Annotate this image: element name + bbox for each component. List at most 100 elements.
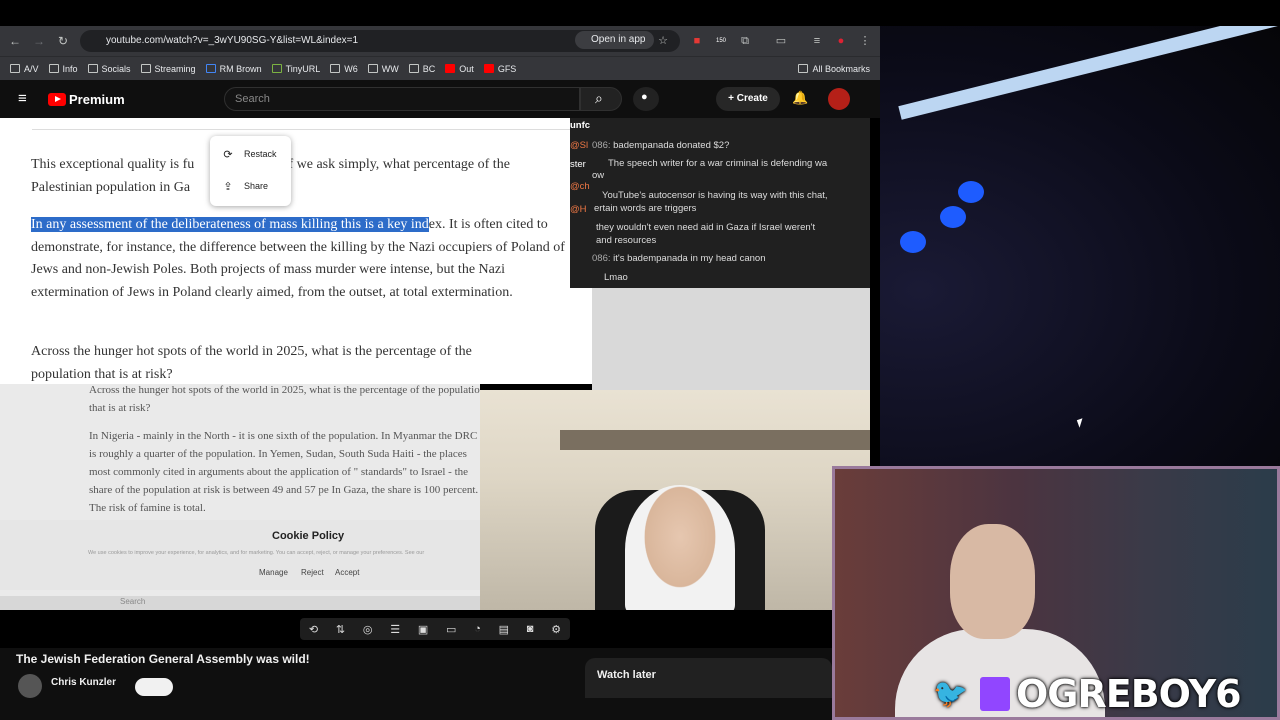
account-avatar[interactable]: [828, 88, 850, 110]
site-icon: [205, 64, 216, 73]
twitter-bird-icon: 🐦: [933, 677, 968, 710]
youtube-icon: [483, 64, 494, 73]
blue-light: [958, 181, 984, 203]
twitch-logo-icon: [980, 677, 1010, 711]
restack-option[interactable]: ⟳ Restack: [222, 146, 276, 162]
selected-text: In any assessment of the deliberateness …: [31, 217, 429, 232]
extension-toolbar: ⟲ ⇅ ◎ ☰ ▣ ▭ ◔ ▤ ◙ ⚙: [300, 618, 570, 640]
hamburger-menu-icon[interactable]: ≡: [18, 90, 27, 107]
blue-light: [900, 231, 926, 253]
open-in-app-button[interactable]: Open in app: [575, 31, 654, 49]
media-icon[interactable]: ≡: [810, 34, 824, 48]
youtube-icon: [445, 64, 456, 73]
video-info: The Jewish Federation General Assembly w…: [0, 648, 832, 720]
cookie-text: We use cookies to improve your experienc…: [88, 550, 425, 556]
menu-dots-icon[interactable]: ⋮: [858, 34, 872, 48]
brand-name: OGREBOY6: [1016, 672, 1242, 716]
bookmark-tinyurl[interactable]: TinyURL: [271, 64, 320, 74]
bookmark-w6[interactable]: W6: [330, 64, 358, 74]
site-icon: [408, 64, 419, 73]
cast-icon[interactable]: ▭: [774, 34, 788, 48]
settings-gear-icon[interactable]: ⚙: [551, 623, 561, 636]
channel-name[interactable]: Chris Kunzler: [51, 677, 116, 688]
restack-icon: ⟳: [223, 148, 233, 161]
bookmarks-bar: A/V Info Socials Streaming RM Brown Tiny…: [0, 56, 880, 80]
bookmark-streaming[interactable]: Streaming: [140, 64, 196, 74]
forward-arrow-icon[interactable]: →: [32, 34, 46, 48]
chat-message: The speech writer for a war criminal is …: [608, 158, 828, 169]
bookmark-socials[interactable]: Socials: [87, 64, 131, 74]
streamer-background: [880, 26, 1280, 466]
create-button[interactable]: + Create: [716, 87, 780, 111]
screenshot-icon[interactable]: ◙: [527, 623, 534, 635]
share-option[interactable]: ⇪ Share: [222, 178, 268, 194]
search-input[interactable]: Search: [224, 87, 580, 111]
theater-icon[interactable]: ▭: [446, 623, 456, 636]
microphone-icon: ●: [641, 91, 648, 103]
article-paragraph-3: Across the hunger hot spots of the world…: [31, 344, 472, 382]
streamer-head: [950, 524, 1035, 639]
divider: [32, 129, 570, 130]
search-icon: ⌕: [595, 90, 603, 106]
grey-panel: [592, 288, 870, 390]
sort-icon[interactable]: ⇅: [336, 623, 345, 636]
back-arrow-icon[interactable]: ←: [8, 34, 22, 48]
folder-icon: [48, 64, 59, 73]
bookmark-out[interactable]: Out: [445, 64, 474, 74]
cookie-reject-button[interactable]: Reject: [301, 568, 324, 577]
windows-taskbar: Search: [0, 596, 480, 610]
guest-person: [625, 485, 735, 610]
screenshot-paragraph-1: Across the hunger hot spots of the world…: [89, 384, 480, 414]
bookmark-rm-brown[interactable]: RM Brown: [205, 64, 262, 74]
star-icon[interactable]: ☆: [656, 34, 670, 48]
watch-later-panel[interactable]: Watch later: [585, 658, 832, 698]
notifications-bell-icon[interactable]: 🔔: [792, 90, 808, 108]
site-icon: [330, 64, 341, 73]
selection-popup: ⟳ Restack ⇪ Share: [210, 136, 291, 206]
search-button[interactable]: ⌕: [580, 87, 622, 111]
cookie-manage-button[interactable]: Manage: [259, 568, 288, 577]
streamer-brand: 🐦 OGREBOY6: [930, 672, 1242, 716]
loop-icon[interactable]: ⟲: [309, 623, 318, 636]
cookie-title: Cookie Policy: [272, 530, 345, 542]
youtube-play-icon: [48, 93, 66, 106]
reload-icon[interactable]: ↻: [56, 34, 70, 48]
subtitles-icon[interactable]: ▤: [499, 623, 509, 636]
guest-webcam: [480, 390, 870, 610]
stream-frame: ← → ↻ youtube.com/watch?v=_3wYU90SG-Y&li…: [0, 0, 1280, 720]
article-content: This exceptional quality is fu sized if w…: [0, 118, 592, 384]
bookmark-info[interactable]: Info: [48, 64, 78, 74]
audio-icon[interactable]: ◎: [363, 623, 373, 636]
bookmark-bc[interactable]: BC: [408, 64, 435, 74]
extension-red-icon[interactable]: ■: [690, 34, 704, 48]
extensions-puzzle-icon[interactable]: ⧉: [738, 34, 752, 48]
bookmark-gfs[interactable]: GFS: [483, 64, 516, 74]
article-screenshot: Across the hunger hot spots of the world…: [0, 384, 480, 610]
article-paragraph-2: In any assessment of the deliberateness …: [31, 217, 565, 300]
profile-icon[interactable]: ●: [834, 34, 848, 48]
bookmark-ww[interactable]: WW: [367, 64, 399, 74]
folder-icon: [10, 64, 20, 73]
player-controls: ⟲ ⇅ ◎ ☰ ▣ ▭ ◔ ▤ ◙ ⚙: [0, 610, 832, 648]
video-title: The Jewish Federation General Assembly w…: [16, 652, 310, 666]
pip-icon[interactable]: ▣: [418, 623, 428, 636]
chat-message: 086: it's badempanada in my head canon: [592, 253, 766, 264]
bookmark-av[interactable]: A/V: [10, 64, 39, 74]
cookie-accept-button[interactable]: Accept: [335, 568, 359, 577]
youtube-logo[interactable]: Premium: [48, 92, 125, 107]
join-button[interactable]: [135, 678, 173, 696]
taskbar-search[interactable]: Search: [120, 597, 145, 606]
chat-message: they wouldn't even need aid in Gaza if I…: [596, 222, 816, 233]
playlist-icon[interactable]: ☰: [390, 623, 400, 636]
voice-search-button[interactable]: ●: [633, 87, 659, 111]
browser-toolbar: ← → ↻ youtube.com/watch?v=_3wYU90SG-Y&li…: [0, 26, 880, 56]
extension-badge[interactable]: 150: [714, 34, 728, 48]
channel-avatar[interactable]: [18, 674, 42, 698]
light-beam: [898, 26, 1280, 120]
chat-message: YouTube's autocensor is having its way w…: [602, 190, 828, 201]
speed-icon[interactable]: ◔: [474, 623, 481, 635]
chat-message: Lmao: [604, 272, 628, 283]
all-bookmarks[interactable]: All Bookmarks: [798, 64, 870, 74]
article-paragraph-1: This exceptional quality is fu sized if w…: [31, 157, 510, 195]
chat-message: ertain words are triggers: [594, 203, 697, 214]
